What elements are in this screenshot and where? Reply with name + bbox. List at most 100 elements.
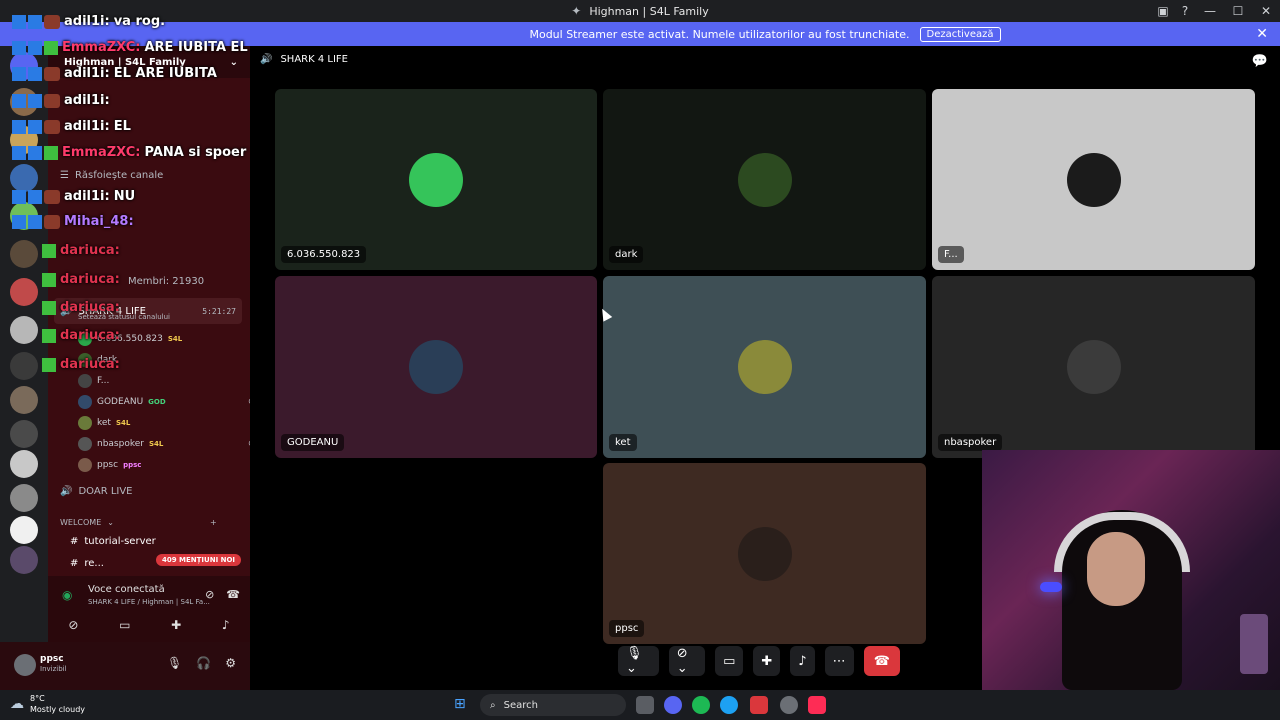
voice-member[interactable]: dark xyxy=(78,353,117,367)
avatar xyxy=(78,458,92,472)
headphones-icon[interactable]: 🎧 xyxy=(196,656,211,670)
activities-icon[interactable]: ✚ xyxy=(171,618,181,632)
server-icon[interactable] xyxy=(10,88,38,116)
channel-status-hint[interactable]: Setează statusul canalului xyxy=(78,313,170,321)
avatar[interactable] xyxy=(14,654,36,676)
text-channel-icon: # xyxy=(70,536,79,547)
voice-member[interactable]: ppsc ppsc xyxy=(78,458,141,472)
banner-text: Modul Streamer este activat. Numele util… xyxy=(529,27,910,41)
video-tile[interactable]: dark xyxy=(603,89,926,270)
members-count[interactable]: Membri: 21930 xyxy=(128,276,204,287)
tiktok-icon[interactable] xyxy=(808,696,826,714)
server-icon[interactable] xyxy=(10,386,38,414)
weather-widget[interactable]: ☁ 8°C Mostly cloudy xyxy=(10,693,85,715)
screen-share-icon[interactable]: ▭ xyxy=(119,618,130,632)
call-controls: 🎙 ⌄ ⊘ ⌄ ▭ ✚ ♪ ⋯ ☎ xyxy=(618,646,900,676)
avatar xyxy=(409,340,463,394)
voice-member[interactable]: ket S4L xyxy=(78,416,130,430)
call-timer: 5:21:27 xyxy=(202,306,236,316)
server-icon[interactable] xyxy=(10,126,38,154)
server-icon[interactable] xyxy=(10,420,38,448)
voice-buttons: ⊘ ▭ ✚ ♪ xyxy=(48,618,250,632)
voice-member[interactable]: F... xyxy=(78,374,109,388)
task-view-icon[interactable] xyxy=(636,696,654,714)
voice-member[interactable]: GODEANU GOD ⊘ xyxy=(78,395,256,409)
channel-label: re... xyxy=(84,558,104,569)
server-rail xyxy=(0,46,48,690)
signal-icon[interactable]: ◉ xyxy=(62,588,72,602)
server-icon[interactable] xyxy=(10,278,38,306)
window-title: Highman | S4L Family xyxy=(589,4,709,18)
taskbar: ☁ 8°C Mostly cloudy ⊞ ⌕ Search xyxy=(0,690,1280,720)
server-icon[interactable] xyxy=(10,546,38,574)
inbox-icon[interactable]: ▣ xyxy=(1152,4,1174,18)
microphone-toggle-icon[interactable]: 🎙 ⌄ xyxy=(618,646,659,676)
app-icon[interactable] xyxy=(750,696,768,714)
camera-toggle-icon[interactable]: ⊘ ⌄ xyxy=(668,646,706,676)
server-icon[interactable] xyxy=(10,202,38,230)
microphone-icon[interactable]: 🎙 xyxy=(167,656,182,670)
avatar xyxy=(737,526,792,581)
discord-icon[interactable] xyxy=(664,696,682,714)
edge-icon[interactable] xyxy=(720,696,738,714)
avatar xyxy=(78,437,92,451)
channel-label: DOAR LIVE xyxy=(78,486,133,497)
server-icon[interactable] xyxy=(10,450,38,478)
voice-channel[interactable]: SHARK 4 LIFE / Highman | S4L Fa... xyxy=(88,598,210,606)
minimize-button[interactable]: — xyxy=(1196,4,1224,18)
video-tile[interactable]: ppsc xyxy=(603,463,926,644)
close-button[interactable]: ✕ xyxy=(1252,4,1280,18)
tile-label: 6.036.550.823 xyxy=(281,246,367,263)
server-header[interactable]: Highman | S4L Family ⌄ xyxy=(48,46,250,78)
sidebar-item-rules[interactable]: # re... xyxy=(70,558,104,569)
soundboard-icon[interactable]: ♪ xyxy=(222,618,230,632)
user-panel: ppsc Invizibil 🎙 🎧 ⚙ xyxy=(0,642,250,690)
voice-member[interactable]: nbaspoker S4L ⊘ xyxy=(78,437,256,451)
deactivate-button[interactable]: Dezactivează xyxy=(919,26,1001,42)
window-controls: ▣ ? — ☐ ✕ xyxy=(1152,0,1280,22)
camera-off-icon[interactable]: ⊘ xyxy=(68,618,78,632)
speaker-icon: 🔊 xyxy=(260,54,273,65)
activities-icon[interactable]: ✚ xyxy=(753,646,781,676)
settings-gear-icon[interactable]: ⚙ xyxy=(225,656,236,670)
soundboard-icon[interactable]: ♪ xyxy=(790,646,815,676)
category-welcome[interactable]: WELCOME ⌄ + xyxy=(60,518,217,527)
chevron-down-icon: ⌄ xyxy=(229,56,238,68)
chat-bubble-icon[interactable]: 💬 xyxy=(1252,54,1268,69)
tile-label: GODEANU xyxy=(281,434,345,451)
mentions-pill[interactable]: 409 MENȚIUNI NOI xyxy=(156,554,242,566)
server-icon[interactable] xyxy=(10,516,38,544)
sidebar-item-doar-live[interactable]: 🔊 DOAR LIVE xyxy=(60,486,133,497)
browse-channels[interactable]: ☰ Răsfoiește canale xyxy=(60,170,163,181)
add-channel-icon[interactable]: + xyxy=(210,518,217,527)
windows-start-icon[interactable]: ⊞ xyxy=(454,696,472,714)
spotify-icon[interactable] xyxy=(692,696,710,714)
screen-share-icon[interactable]: ▭ xyxy=(715,646,744,676)
server-icon[interactable] xyxy=(10,240,38,268)
sidebar-item-tutorial-server[interactable]: # tutorial-server xyxy=(70,536,156,547)
video-tile[interactable]: F... xyxy=(932,89,1255,270)
noise-icon[interactable]: ⊘ xyxy=(205,588,214,601)
video-tile[interactable]: 6.036.550.823 xyxy=(275,89,597,270)
search-box[interactable]: ⌕ Search xyxy=(480,694,626,716)
server-icon[interactable] xyxy=(10,352,38,380)
server-icon[interactable] xyxy=(10,316,38,344)
video-tile[interactable]: ket xyxy=(603,276,926,458)
search-icon: ⌕ xyxy=(490,699,496,711)
video-tile[interactable]: GODEANU xyxy=(275,276,597,458)
voice-member[interactable]: 6.036.550.823 S4L xyxy=(78,332,182,346)
server-icon[interactable] xyxy=(10,52,38,80)
server-icon[interactable] xyxy=(10,164,38,192)
end-call-button[interactable]: ☎ xyxy=(863,646,900,676)
settings-icon[interactable] xyxy=(780,696,798,714)
avatar xyxy=(78,374,92,388)
help-icon[interactable]: ? xyxy=(1174,4,1196,18)
maximize-button[interactable]: ☐ xyxy=(1224,4,1252,18)
more-options-icon[interactable]: ⋯ xyxy=(824,646,854,676)
disconnect-icon[interactable]: ☎ xyxy=(226,588,240,601)
text-channel-icon: # xyxy=(70,558,79,569)
avatar xyxy=(737,340,792,394)
server-icon[interactable] xyxy=(10,484,38,512)
banner-close-icon[interactable]: ✕ xyxy=(1256,26,1268,42)
video-tile[interactable]: nbaspoker xyxy=(932,276,1255,458)
